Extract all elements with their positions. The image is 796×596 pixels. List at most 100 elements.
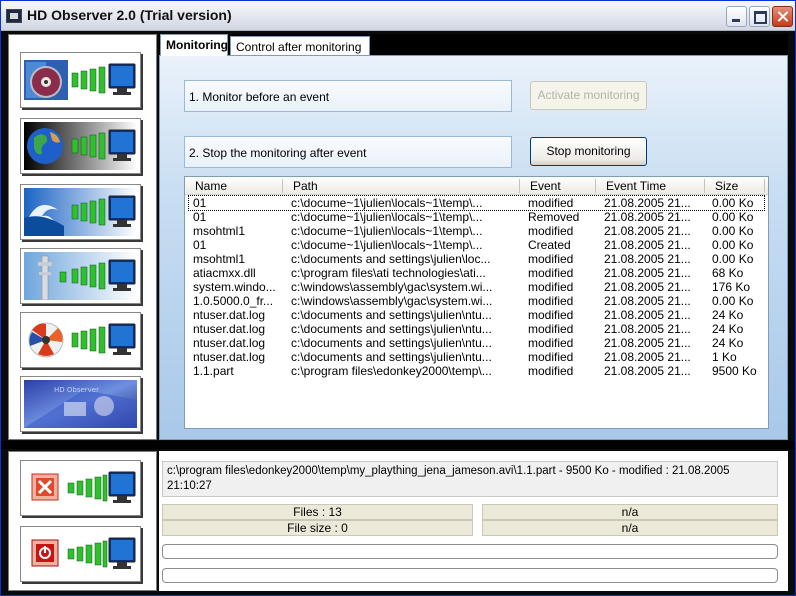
maximize-button[interactable] — [749, 6, 770, 27]
antenna-tower-icon — [24, 252, 137, 300]
sidebar-item-about[interactable]: HD Observer — [20, 376, 141, 432]
table-cell-name: 01 — [193, 196, 207, 210]
status-area: c:\program files\edonkey2000\temp\my_pla… — [159, 451, 788, 591]
table-cell-event: modified — [528, 336, 574, 350]
table-cell-time: 21.08.2005 21... — [604, 364, 691, 378]
table-row[interactable]: msohtml1 c:\docume~1\julien\locals~1\temp… — [189, 224, 764, 238]
sidebar: HD Observer — [8, 34, 157, 440]
table-row[interactable]: atiacmxx.dll c:\program files\ati technol… — [189, 266, 764, 280]
event-list[interactable]: Name Path Event Event Time Size 01 c:\doc… — [184, 176, 769, 429]
table-cell-size: 1 Ko — [712, 350, 737, 364]
table-cell-name: ntuser.dat.log — [193, 322, 266, 336]
sidebar-item-cd[interactable] — [20, 52, 141, 108]
table-cell-event: modified — [528, 294, 574, 308]
table-row[interactable]: ntuser.dat.log c:\documents and settings\… — [189, 322, 764, 336]
window-title: HD Observer 2.0 (Trial version) — [27, 7, 232, 23]
table-row[interactable]: 01 c:\docume~1\julien\locals~1\temp\... Cr… — [189, 238, 764, 252]
table-row[interactable]: msohtml1 c:\documents and settings\julien… — [189, 252, 764, 266]
status-value-2: n/a — [482, 520, 778, 536]
table-row[interactable]: ntuser.dat.log c:\documents and settings\… — [189, 308, 764, 322]
table-cell-name: ntuser.dat.log — [193, 308, 266, 322]
table-cell-size: 0.00 Ko — [712, 196, 754, 210]
table-cell-name: atiacmxx.dll — [193, 266, 256, 280]
column-separator[interactable] — [519, 179, 520, 193]
table-cell-time: 21.08.2005 21... — [604, 266, 691, 280]
table-cell-size: 0.00 Ko — [712, 238, 754, 252]
activate-monitoring-button[interactable]: Activate monitoring — [530, 81, 647, 110]
table-cell-event: modified — [528, 280, 574, 294]
column-separator[interactable] — [764, 179, 765, 193]
table-cell-event: modified — [528, 266, 574, 280]
table-cell-size: 24 Ko — [712, 322, 744, 336]
table-cell-time: 21.08.2005 21... — [604, 280, 691, 294]
column-header-size[interactable]: Size — [715, 179, 738, 193]
table-row[interactable]: ntuser.dat.log c:\documents and settings\… — [189, 350, 764, 364]
table-cell-time: 21.08.2005 21... — [604, 308, 691, 322]
clear-list-button[interactable] — [20, 460, 141, 516]
table-cell-name: msohtml1 — [193, 224, 246, 238]
step1-label: 1. Monitor before an event — [189, 90, 330, 104]
delete-icon — [31, 471, 136, 503]
table-cell-event: Removed — [528, 210, 580, 224]
quit-button[interactable] — [20, 526, 141, 582]
column-separator[interactable] — [282, 179, 283, 193]
hd-observer-logo: HD Observer — [24, 380, 137, 428]
table-cell-name: 1.1.part — [193, 364, 234, 378]
svg-text:HD Observer: HD Observer — [54, 386, 99, 394]
sidebar-item-wave[interactable] — [20, 184, 141, 240]
table-row[interactable]: 01 c:\docume~1\julien\locals~1\temp\... Re… — [189, 210, 764, 224]
stop-monitoring-button[interactable]: Stop monitoring — [530, 137, 647, 166]
tab-control-after-monitoring[interactable]: Control after monitoring — [230, 36, 370, 56]
table-cell-path: c:\program files\edonkey2000\temp\... — [291, 364, 492, 378]
table-cell-path: c:\documents and settings\julien\ntu... — [291, 322, 492, 336]
step1-box: 1. Monitor before an event — [184, 80, 512, 112]
column-separator[interactable] — [595, 179, 596, 193]
column-header-path[interactable]: Path — [293, 179, 318, 193]
main-panel: Monitoring Control after monitoring 1. M… — [159, 34, 788, 440]
list-header: Name Path Event Event Time Size — [185, 177, 768, 195]
table-row[interactable]: 01 c:\docume~1\julien\locals~1\temp\... mo… — [188, 195, 765, 211]
table-cell-name: msohtml1 — [193, 252, 246, 266]
table-cell-name: 01 — [193, 210, 207, 224]
sidebar-item-cpu-fan[interactable] — [20, 312, 141, 368]
column-header-event[interactable]: Event — [530, 179, 561, 193]
table-row[interactable]: ntuser.dat.log c:\documents and settings\… — [189, 336, 764, 350]
power-icon — [31, 537, 136, 569]
app-icon — [6, 9, 22, 23]
wave-icon — [24, 188, 137, 236]
table-cell-size: 0.00 Ko — [712, 210, 754, 224]
table-cell-path: c:\docume~1\julien\locals~1\temp\... — [291, 196, 483, 210]
globe-icon — [24, 122, 137, 170]
table-cell-time: 21.08.2005 21... — [604, 252, 691, 266]
table-cell-size: 68 Ko — [712, 266, 744, 280]
column-header-event-time[interactable]: Event Time — [606, 179, 666, 193]
table-cell-name: 01 — [193, 238, 207, 252]
table-cell-path: c:\documents and settings\julien\ntu... — [291, 308, 492, 322]
table-cell-path: c:\windows\assembly\gac\system.wi... — [291, 280, 493, 294]
column-separator[interactable] — [704, 179, 705, 193]
table-cell-event: modified — [528, 322, 574, 336]
table-cell-path: c:\documents and settings\julien\loc... — [291, 252, 491, 266]
table-cell-event: modified — [528, 252, 574, 266]
sidebar-item-globe[interactable] — [20, 118, 141, 174]
table-cell-time: 21.08.2005 21... — [604, 238, 691, 252]
tab-monitoring[interactable]: Monitoring — [160, 34, 228, 56]
table-cell-time: 21.08.2005 21... — [604, 336, 691, 350]
last-event-message: c:\program files\edonkey2000\temp\my_pla… — [162, 461, 778, 497]
table-row[interactable]: 1.0.5000.0_fr... c:\windows\assembly\gac\… — [189, 294, 764, 308]
bottom-sidebar — [8, 451, 157, 591]
status-value-1: n/a — [482, 504, 778, 520]
close-button[interactable] — [772, 6, 793, 27]
table-cell-size: 176 Ko — [712, 280, 751, 294]
table-cell-event: modified — [528, 196, 574, 210]
progress-bar-2 — [162, 568, 778, 583]
step2-label: 2. Stop the monitoring after event — [189, 146, 367, 160]
table-row[interactable]: system.windo... c:\windows\assembly\gac\s… — [189, 280, 764, 294]
sidebar-item-antenna[interactable] — [20, 248, 141, 304]
title-bar: HD Observer 2.0 (Trial version) — [1, 1, 795, 31]
minimize-button[interactable] — [726, 6, 747, 27]
table-cell-size: 0.00 Ko — [712, 252, 754, 266]
column-header-name[interactable]: Name — [195, 179, 227, 193]
table-cell-time: 21.08.2005 21... — [604, 350, 691, 364]
table-row[interactable]: 1.1.part c:\program files\edonkey2000\tem… — [189, 364, 764, 378]
